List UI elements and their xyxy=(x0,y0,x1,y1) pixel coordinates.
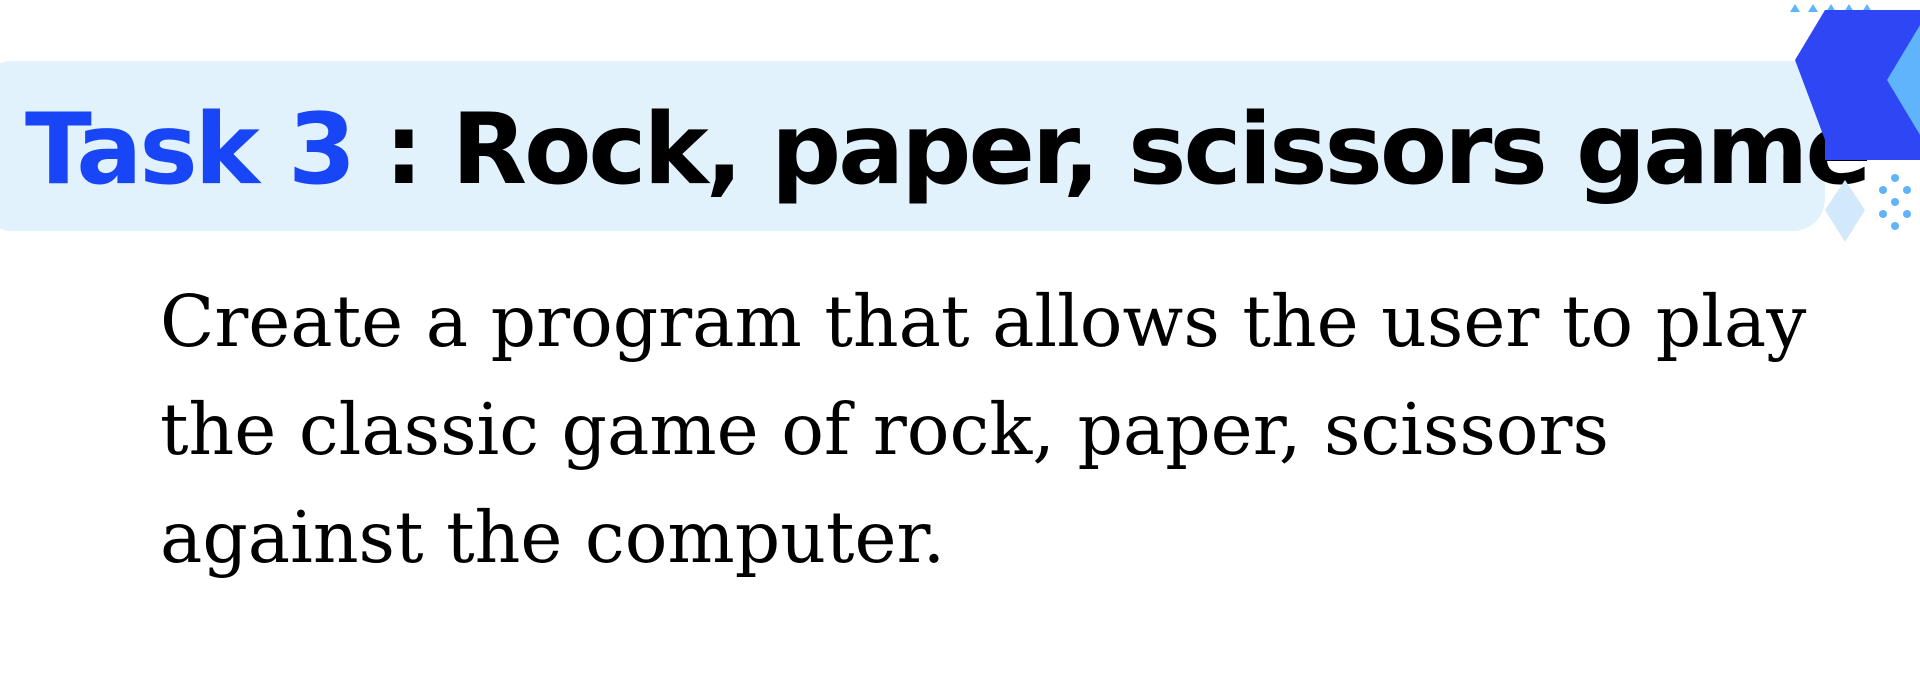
page-title: Task 3 : Rock, paper, scissors game xyxy=(25,92,1872,208)
dot-pattern-icon xyxy=(1879,174,1911,230)
description-line: against the computer. xyxy=(160,496,946,579)
title-separator: : xyxy=(353,93,452,207)
corner-decoration xyxy=(1790,4,1920,242)
description-line: Create a program that allows the user to… xyxy=(160,280,1807,363)
description-line: the classic game of rock, paper, scissor… xyxy=(160,388,1609,471)
task-description: Create a program that allows the user to… xyxy=(160,268,1900,592)
task-label: Task 3 xyxy=(25,93,356,207)
title-text: Rock, paper, scissors game xyxy=(451,93,1872,207)
diamond-shape-icon xyxy=(1825,180,1865,242)
